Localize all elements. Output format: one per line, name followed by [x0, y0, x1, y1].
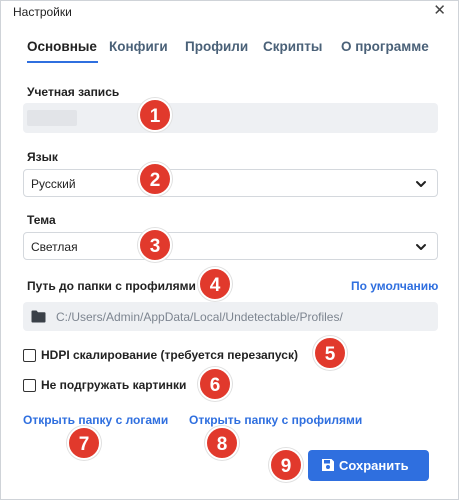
chevron-down-icon: [416, 181, 426, 187]
annotation-marker-6: 6: [198, 367, 232, 401]
tab-configs[interactable]: Конфиги: [109, 39, 168, 54]
account-value-redacted: [27, 110, 77, 126]
language-label: Язык: [27, 150, 58, 164]
tab-bar: Основные Конфиги Профили Скрипты О прогр…: [27, 39, 437, 63]
default-path-link[interactable]: По умолчанию: [351, 279, 438, 293]
close-icon[interactable]: ✕: [433, 3, 446, 19]
no-images-checkbox-label: Не подгружать картинки: [41, 378, 187, 392]
account-label: Учетная запись: [27, 85, 120, 99]
language-value: Русский: [31, 177, 76, 191]
tab-about[interactable]: О программе: [341, 39, 429, 54]
hdpi-checkbox-label: HDPI скалирование (требуется перезапуск): [41, 348, 298, 362]
chevron-down-icon: [416, 244, 426, 250]
floppy-disk-icon: [322, 459, 334, 471]
theme-value: Светлая: [31, 240, 78, 254]
tab-profiles[interactable]: Профили: [185, 39, 248, 54]
tab-scripts[interactable]: Скрипты: [263, 39, 322, 54]
profiles-path-field[interactable]: C:/Users/Admin/AppData/Local/Undetectabl…: [23, 302, 438, 331]
profiles-folder-label: Путь до папки с профилями: [27, 279, 196, 293]
open-logs-folder-link[interactable]: Открыть папку с логами: [23, 413, 168, 427]
save-button-label: Сохранить: [339, 458, 409, 473]
save-button[interactable]: Сохранить: [308, 450, 429, 481]
profiles-path-value: C:/Users/Admin/AppData/Local/Undetectabl…: [56, 310, 343, 324]
account-field: [23, 103, 438, 133]
annotation-marker-5: 5: [313, 336, 347, 370]
tab-general[interactable]: Основные: [27, 39, 97, 54]
annotation-marker-1: 1: [138, 98, 172, 132]
annotation-marker-8: 8: [205, 426, 239, 460]
window-title: Настройки: [13, 5, 72, 19]
language-select[interactable]: Русский: [23, 169, 438, 197]
folder-icon: [31, 310, 46, 323]
annotation-marker-3: 3: [138, 228, 172, 262]
no-images-checkbox[interactable]: [23, 379, 36, 392]
hdpi-checkbox[interactable]: [23, 349, 36, 362]
title-bar: Настройки ✕: [1, 1, 458, 23]
theme-select[interactable]: Светлая: [23, 232, 438, 260]
annotation-marker-9: 9: [269, 448, 303, 482]
settings-window: Настройки ✕ Основные Конфиги Профили Скр…: [0, 0, 459, 500]
active-tab-indicator: [27, 61, 98, 63]
annotation-marker-2: 2: [138, 162, 172, 196]
theme-label: Тема: [27, 213, 56, 227]
annotation-marker-7: 7: [67, 426, 101, 460]
annotation-marker-4: 4: [198, 267, 232, 301]
open-profiles-folder-link[interactable]: Открыть папку с профилями: [189, 413, 362, 427]
